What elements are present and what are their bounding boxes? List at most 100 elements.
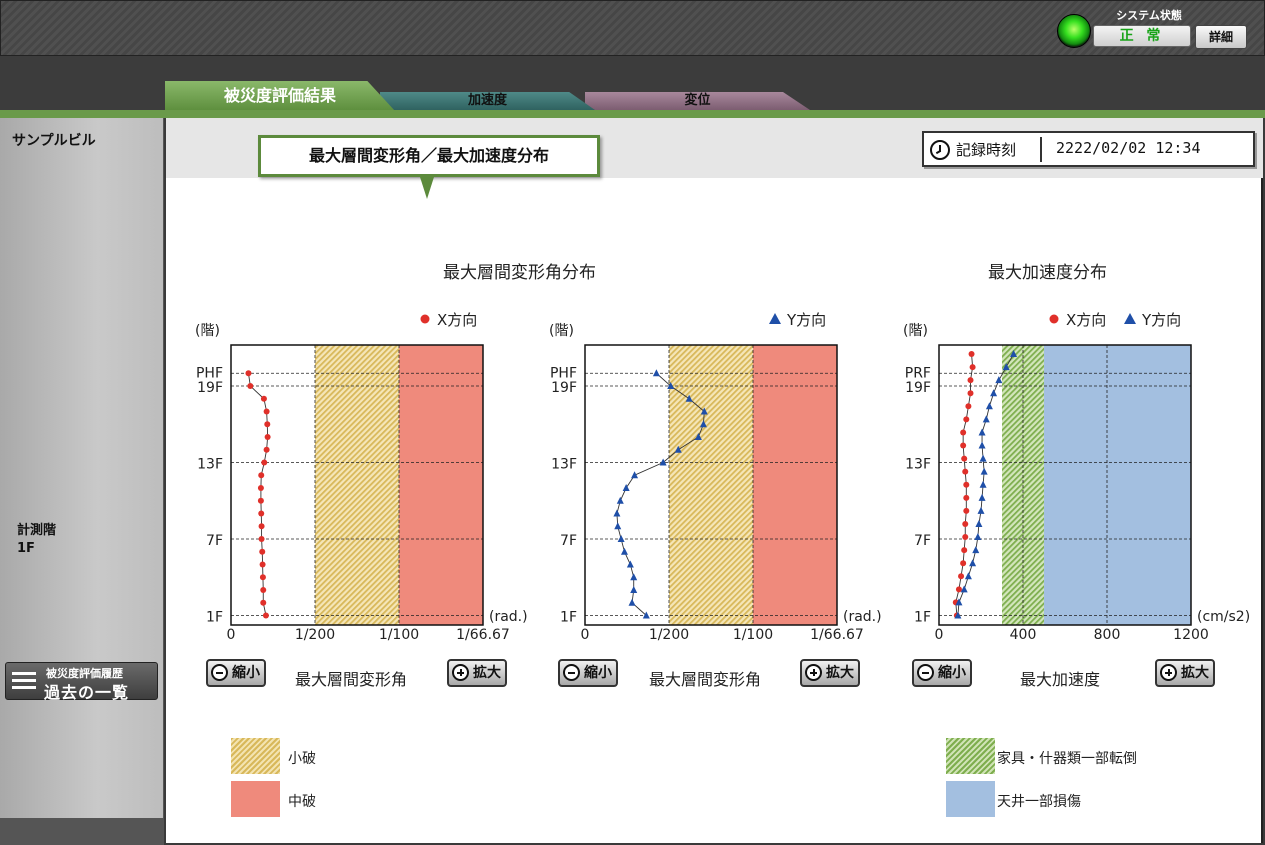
data-point-X方向 [965,403,972,410]
data-point-X方向 [961,455,968,462]
y-tick-label: 19F [905,380,931,396]
zoom-out-button-drift-y[interactable]: 縮小 [558,659,618,687]
x-tick-label: 1/100 [379,627,419,643]
data-point-X方向 [960,560,967,567]
drift-chart-y: 0 1/200 1/100 1/66.67 1F 7F 13F 19FPHF (階) (rad.)… [549,311,882,643]
y-tick-label: PHF [196,365,223,381]
data-point-X方向 [962,468,969,475]
x-tick-label: 800 [1094,627,1121,643]
y-axis-unit: (階) [195,323,220,339]
data-point-X方向 [258,472,265,479]
legend-series-label: Y方向 [786,311,826,329]
data-point-X方向 [963,481,970,488]
zoom-in-icon [452,664,469,681]
data-point-X方向 [263,408,270,415]
zoom-out-button-accel[interactable]: 縮小 [912,659,972,687]
data-point-X方向 [247,383,254,389]
y-axis-unit: (階) [549,323,574,339]
y-tick-label: 19F [197,380,223,396]
data-point-X方向 [963,494,970,501]
damage-zone [753,345,837,625]
legend-marker [420,314,430,324]
accel-axis-caption: 最大加速度 [1020,670,1101,689]
data-point-X方向 [258,510,265,517]
data-point-X方向 [960,442,967,449]
x-tick-label: 1/200 [649,627,689,643]
legend-series-label: X方向 [1066,311,1106,329]
x-tick-label: 0 [935,627,944,643]
x-tick-label: 1/200 [295,627,335,643]
y-axis-unit: (階) [903,323,928,339]
data-point-X方向 [967,377,974,384]
data-point-X方向 [960,429,967,436]
data-point-X方向 [259,548,266,555]
data-point-X方向 [258,523,265,530]
data-point-X方向 [259,561,266,568]
data-point-X方向 [958,573,965,580]
accel-chart: 0 400 800 1200 1F 7F 13F 19FPRF (階) (cm/s2) X方向 Y方向 [903,311,1250,643]
data-point-X方向 [259,574,266,581]
drift-x-axis-caption: 最大層間変形角 [295,670,408,689]
drift-y-axis-caption: 最大層間変形角 [649,670,762,689]
charts-canvas: 0 1/200 1/100 1/66.671F7F13F19FPHF(階)(rad.)… [195,311,1250,643]
data-point-X方向 [264,421,271,428]
x-axis-unit: (rad.) [843,609,882,625]
x-tick-label: 400 [1010,627,1037,643]
drift-chart-x: 0 1/200 1/100 1/66.67 1F 7F 13F 19FPHF (階) (rad.)… [195,311,528,643]
zoom-out-icon [211,664,228,681]
legend-swatch-moderate [231,781,280,817]
zoom-out-button-drift-x[interactable]: 縮小 [206,659,266,687]
data-point-X方向 [967,390,974,397]
y-tick-label: 7F [560,533,577,549]
zoom-in-label: 拡大 [826,665,854,681]
data-point-X方向 [955,586,962,593]
y-tick-label: 19F [551,380,577,396]
legend-swatch-furniture [946,738,995,774]
x-tick-label: 0 [581,627,590,643]
y-tick-label: 1F [914,610,931,626]
legend-marker [1124,313,1136,324]
data-point-X方向 [260,599,267,606]
zoom-out-icon [563,664,580,681]
zoom-in-button-drift-x[interactable]: 拡大 [447,659,507,687]
x-axis-unit: (cm/s2) [1197,609,1250,625]
x-tick-label: 1/66.67 [810,627,864,643]
x-tick-label: 1/100 [733,627,773,643]
data-point-X方向 [961,547,968,554]
data-point-X方向 [257,485,264,491]
data-point-X方向 [962,520,969,527]
y-tick-label: 13F [197,457,223,473]
data-point-X方向 [963,507,970,514]
zoom-in-button-drift-y[interactable]: 拡大 [800,659,860,687]
legend-series-label: Y方向 [1141,311,1181,329]
zoom-out-icon [917,664,934,681]
data-point-X方向 [962,534,969,541]
data-point-X方向 [261,459,268,466]
data-point-X方向 [969,364,976,371]
zoom-out-label: 縮小 [584,665,612,681]
legend-label-ceiling: 天井一部損傷 [997,794,1081,810]
legend-label-moderate: 中破 [288,794,316,810]
y-tick-label: 7F [206,533,223,549]
legend-series-label: X方向 [437,311,477,329]
y-tick-label: PHF [550,365,577,381]
data-point-X方向 [257,497,264,504]
y-tick-label: 13F [551,457,577,473]
y-tick-label: 1F [560,610,577,626]
x-tick-label: 0 [227,627,236,643]
zoom-in-icon [805,664,822,681]
zoom-in-label: 拡大 [473,665,501,681]
zoom-in-button-accel[interactable]: 拡大 [1155,659,1215,687]
legend-swatch-ceiling [946,781,995,817]
legend-marker [769,313,781,324]
data-point-X方向 [264,434,271,440]
data-point-X方向 [258,536,265,542]
data-point-X方向 [260,395,267,402]
y-tick-label: 7F [914,533,931,549]
legend-label-furniture: 家具・什器類一部転倒 [997,751,1137,767]
data-point-X方向 [963,416,970,423]
damage-zone [669,345,753,625]
data-point-X方向 [260,587,267,593]
data-point-X方向 [262,612,269,619]
damage-zone [399,345,483,625]
